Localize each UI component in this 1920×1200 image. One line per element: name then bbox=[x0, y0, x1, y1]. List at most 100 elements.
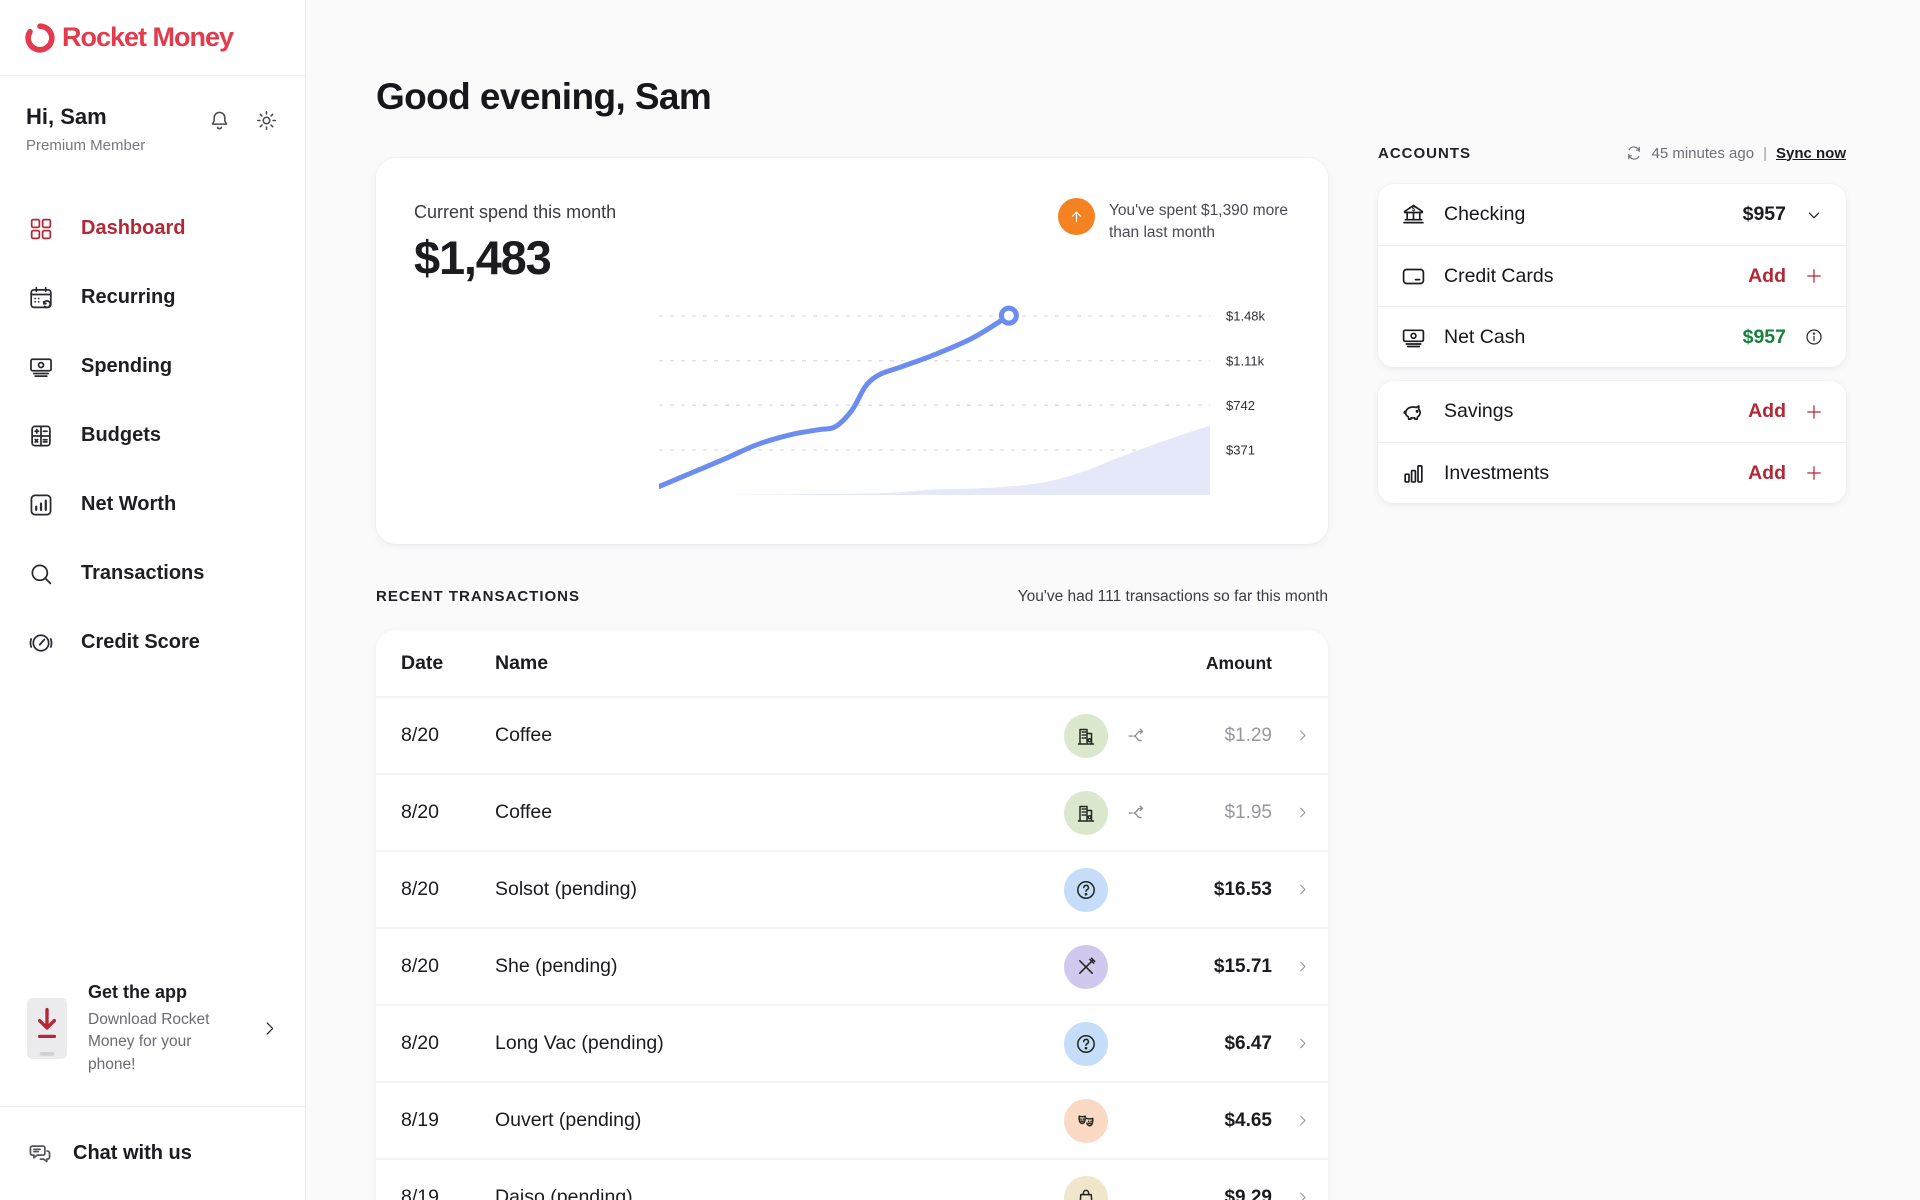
account-balance: $957 bbox=[1743, 326, 1786, 349]
sync-status: 45 minutes ago | Sync now bbox=[1625, 144, 1847, 162]
page-greeting: Good evening, Sam bbox=[376, 76, 1328, 118]
transaction-name: Ouvert (pending) bbox=[495, 1109, 1064, 1132]
spend-delta-text: You've spent $1,390 more than last month bbox=[1109, 198, 1296, 244]
transactions-summary: You've had 111 transactions so far this … bbox=[1018, 588, 1328, 606]
brand-logo[interactable]: Rocket Money bbox=[0, 0, 305, 76]
split-transaction-icon bbox=[1108, 725, 1166, 747]
transaction-date: 8/19 bbox=[401, 1186, 495, 1200]
account-row-net-cash[interactable]: Net Cash $957 bbox=[1378, 306, 1846, 367]
info-icon[interactable] bbox=[1804, 327, 1824, 347]
sidebar-item-dashboard[interactable]: Dashboard bbox=[0, 194, 305, 263]
table-row[interactable]: 8/19 Ouvert (pending) $4.65 bbox=[376, 1081, 1328, 1158]
chevron-right-icon bbox=[1272, 1036, 1310, 1051]
table-row[interactable]: 8/20 Coffee $1.95 bbox=[376, 773, 1328, 850]
account-balance: $957 bbox=[1743, 203, 1786, 226]
brand-name: Rocket Money bbox=[62, 22, 233, 53]
phone-download-icon bbox=[26, 997, 68, 1060]
table-header-row: Date Name Amount bbox=[376, 630, 1328, 696]
chevron-right-icon bbox=[1272, 959, 1310, 974]
rocket-money-logo-icon bbox=[25, 23, 55, 53]
banknote-icon bbox=[27, 353, 55, 381]
table-row[interactable]: 8/20 She (pending) $15.71 bbox=[376, 927, 1328, 1004]
sidebar-item-label: Transactions bbox=[81, 562, 204, 585]
chat-with-us-button[interactable]: Chat with us bbox=[0, 1106, 305, 1200]
arrow-up-icon bbox=[1067, 207, 1086, 226]
sidebar-item-label: Dashboard bbox=[81, 217, 185, 240]
bell-icon[interactable] bbox=[207, 108, 232, 133]
sidebar-item-label: Budgets bbox=[81, 424, 161, 447]
table-row[interactable]: 8/20 Solsot (pending) $16.53 bbox=[376, 850, 1328, 927]
get-app-title: Get the app bbox=[88, 982, 240, 1003]
account-label: Savings bbox=[1444, 400, 1748, 423]
transactions-table: Date Name Amount 8/20 Coffee $1.29 bbox=[376, 630, 1328, 1200]
table-row[interactable]: 8/20 Coffee $1.29 bbox=[376, 696, 1328, 773]
svg-text:$742: $742 bbox=[1226, 398, 1255, 413]
plus-icon[interactable] bbox=[1804, 463, 1824, 483]
sync-now-link[interactable]: Sync now bbox=[1776, 145, 1846, 162]
current-spend-card[interactable]: Current spend this month $1,483 You've s… bbox=[376, 158, 1328, 544]
question-icon bbox=[1074, 1032, 1098, 1056]
account-label: Net Cash bbox=[1444, 326, 1743, 349]
bars-icon bbox=[1400, 460, 1427, 487]
chat-bubbles-icon bbox=[26, 1140, 54, 1168]
get-the-app-banner[interactable]: Get the app Download Rocket Money for yo… bbox=[0, 964, 305, 1106]
sidebar-item-transactions[interactable]: Transactions bbox=[0, 539, 305, 608]
transaction-name: Long Vac (pending) bbox=[495, 1032, 1064, 1055]
add-account-link[interactable]: Add bbox=[1748, 462, 1786, 485]
chevron-right-icon bbox=[1272, 805, 1310, 820]
dining-crossed-cutlery-icon bbox=[1074, 955, 1098, 979]
add-account-link[interactable]: Add bbox=[1748, 400, 1786, 423]
transaction-date: 8/20 bbox=[401, 955, 495, 978]
account-row-checking[interactable]: $ Checking $957 bbox=[1378, 184, 1846, 245]
svg-text:$1.48k: $1.48k bbox=[1226, 309, 1266, 324]
column-header-amount: Amount bbox=[1064, 653, 1272, 674]
plus-icon[interactable] bbox=[1804, 402, 1824, 422]
search-icon bbox=[27, 560, 55, 588]
add-account-link[interactable]: Add bbox=[1748, 265, 1786, 288]
column-header-date: Date bbox=[401, 652, 495, 675]
table-row[interactable]: 8/19 Daiso (pending) $9.29 bbox=[376, 1158, 1328, 1200]
gauge-icon bbox=[27, 629, 55, 657]
category-badge bbox=[1064, 1176, 1108, 1200]
sidebar-nav: Dashboard Recurring Spending Budgets Net… bbox=[0, 194, 305, 677]
account-label: Credit Cards bbox=[1444, 265, 1748, 288]
spend-amount: $1,483 bbox=[414, 230, 551, 285]
chat-label: Chat with us bbox=[73, 1142, 192, 1165]
account-row-investments[interactable]: Investments Add bbox=[1378, 442, 1846, 503]
sidebar-item-net-worth[interactable]: Net Worth bbox=[0, 470, 305, 539]
bank-icon: $ bbox=[1400, 201, 1427, 228]
table-row[interactable]: 8/20 Long Vac (pending) $6.47 bbox=[376, 1004, 1328, 1081]
sidebar-item-budgets[interactable]: Budgets bbox=[0, 401, 305, 470]
account-label: Investments bbox=[1444, 462, 1748, 485]
user-greeting: Hi, Sam bbox=[26, 104, 145, 130]
piggy-bank-icon bbox=[1400, 398, 1427, 425]
transaction-name: She (pending) bbox=[495, 955, 1064, 978]
accounts-card-secondary: Savings Add Investments Add bbox=[1378, 381, 1846, 503]
category-badge bbox=[1064, 1022, 1108, 1066]
chevron-right-icon bbox=[1272, 1113, 1310, 1128]
transaction-amount: $16.53 bbox=[1166, 879, 1272, 901]
last-synced-label: 45 minutes ago bbox=[1652, 145, 1755, 162]
account-row-credit-cards[interactable]: Credit Cards Add bbox=[1378, 245, 1846, 306]
sidebar-item-label: Recurring bbox=[81, 286, 175, 309]
sidebar-item-label: Credit Score bbox=[81, 631, 200, 654]
transaction-date: 8/20 bbox=[401, 878, 495, 901]
account-row-savings[interactable]: Savings Add bbox=[1378, 381, 1846, 442]
gear-icon[interactable] bbox=[254, 108, 279, 133]
transaction-name: Daiso (pending) bbox=[495, 1186, 1064, 1200]
chevron-down-icon[interactable] bbox=[1804, 205, 1824, 225]
recurring-calendar-icon bbox=[27, 284, 55, 312]
transaction-date: 8/20 bbox=[401, 1032, 495, 1055]
sidebar-item-credit-score[interactable]: Credit Score bbox=[0, 608, 305, 677]
plus-icon[interactable] bbox=[1804, 266, 1824, 286]
spend-card-label: Current spend this month bbox=[414, 202, 616, 223]
sidebar-item-recurring[interactable]: Recurring bbox=[0, 263, 305, 332]
theater-masks-icon bbox=[1074, 1109, 1098, 1133]
sidebar-item-spending[interactable]: Spending bbox=[0, 332, 305, 401]
transaction-amount: $15.71 bbox=[1166, 956, 1272, 978]
spend-up-badge bbox=[1058, 198, 1095, 235]
transaction-amount: $4.65 bbox=[1166, 1110, 1272, 1132]
get-app-subtitle: Download Rocket Money for your phone! bbox=[88, 1009, 240, 1076]
main-content: Good evening, Sam Current spend this mon… bbox=[306, 0, 1920, 1200]
cash-icon bbox=[1400, 324, 1427, 351]
